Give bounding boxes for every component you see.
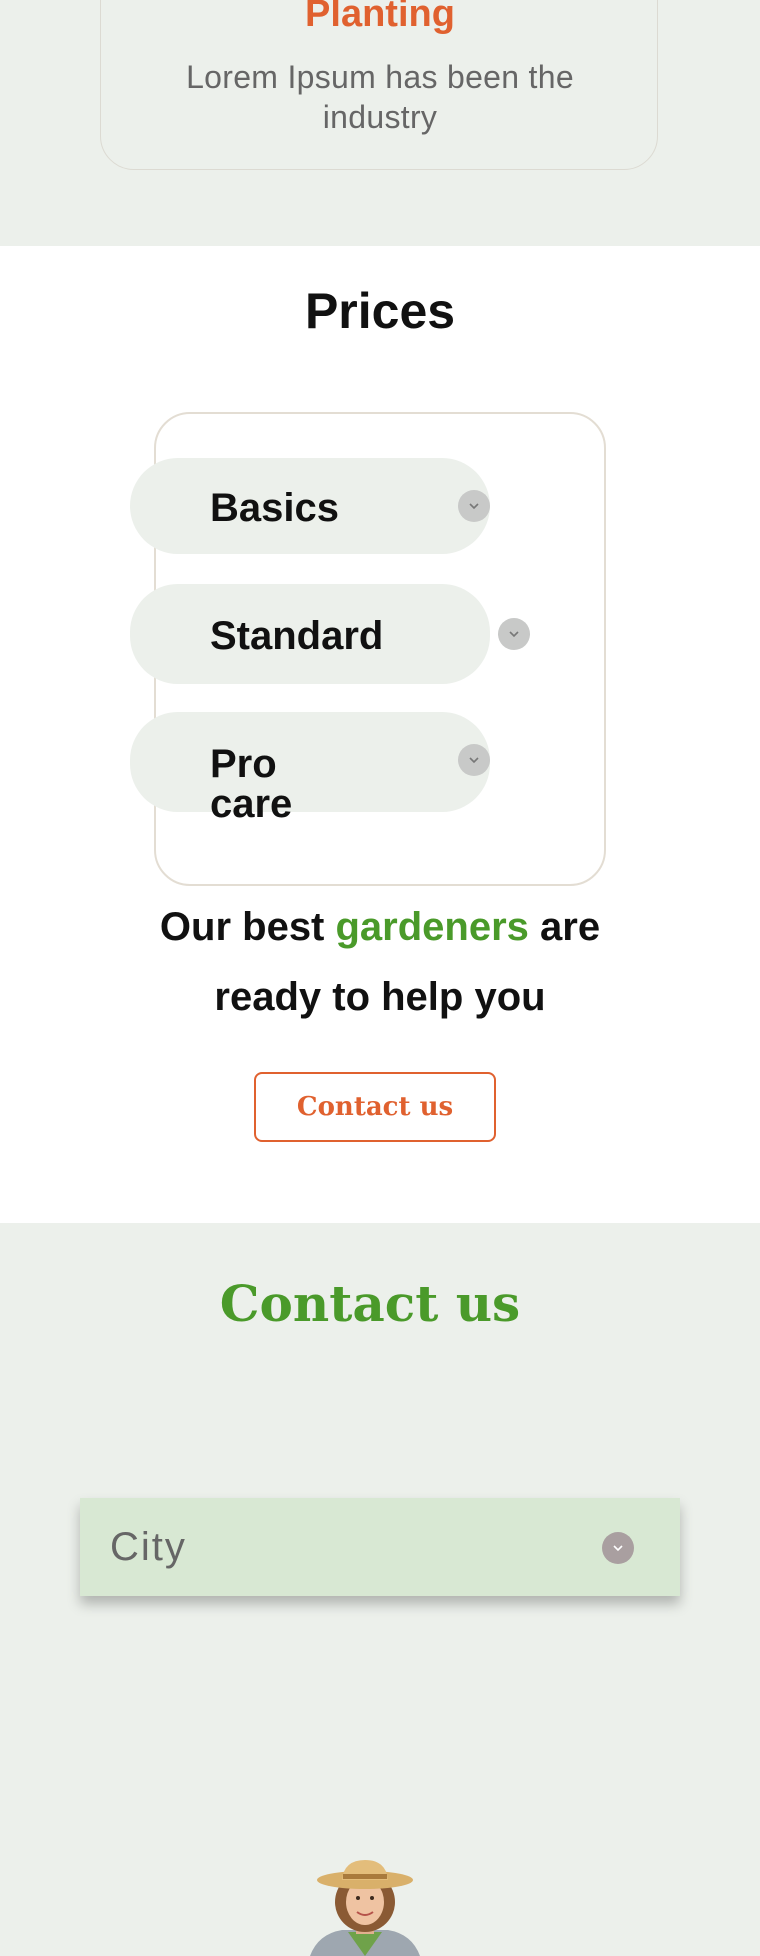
service-card-text: Lorem Ipsum has been the industry: [186, 59, 574, 135]
chevron-down-icon[interactable]: [498, 618, 530, 650]
cta-headline-line1: Our best gardeners are: [0, 892, 760, 962]
chevron-down-icon: [602, 1532, 634, 1564]
cta-headline-line2: ready to help you: [214, 975, 546, 1019]
plan-standard-label: Standard: [210, 614, 384, 658]
city-select[interactable]: City: [80, 1498, 680, 1596]
cta-headline-start: Our best: [159, 905, 336, 949]
city-select-value: City: [110, 1525, 187, 1569]
plan-basics-label: Basics: [210, 486, 339, 530]
prices-title: Prices: [304, 283, 456, 339]
plan-pro-care-label: Pro care: [210, 742, 293, 826]
chevron-down-icon[interactable]: [458, 744, 490, 776]
contact-title: Contact us: [219, 1274, 521, 1333]
cta-headline-end: are: [528, 905, 601, 949]
chevron-down-icon[interactable]: [458, 490, 490, 522]
contact-us-button[interactable]: Contact us: [254, 1072, 496, 1142]
gardener-image: [310, 1860, 420, 1956]
cta-headline-highlight: gardeners: [335, 905, 529, 949]
service-card-title: Planting: [305, 0, 455, 35]
